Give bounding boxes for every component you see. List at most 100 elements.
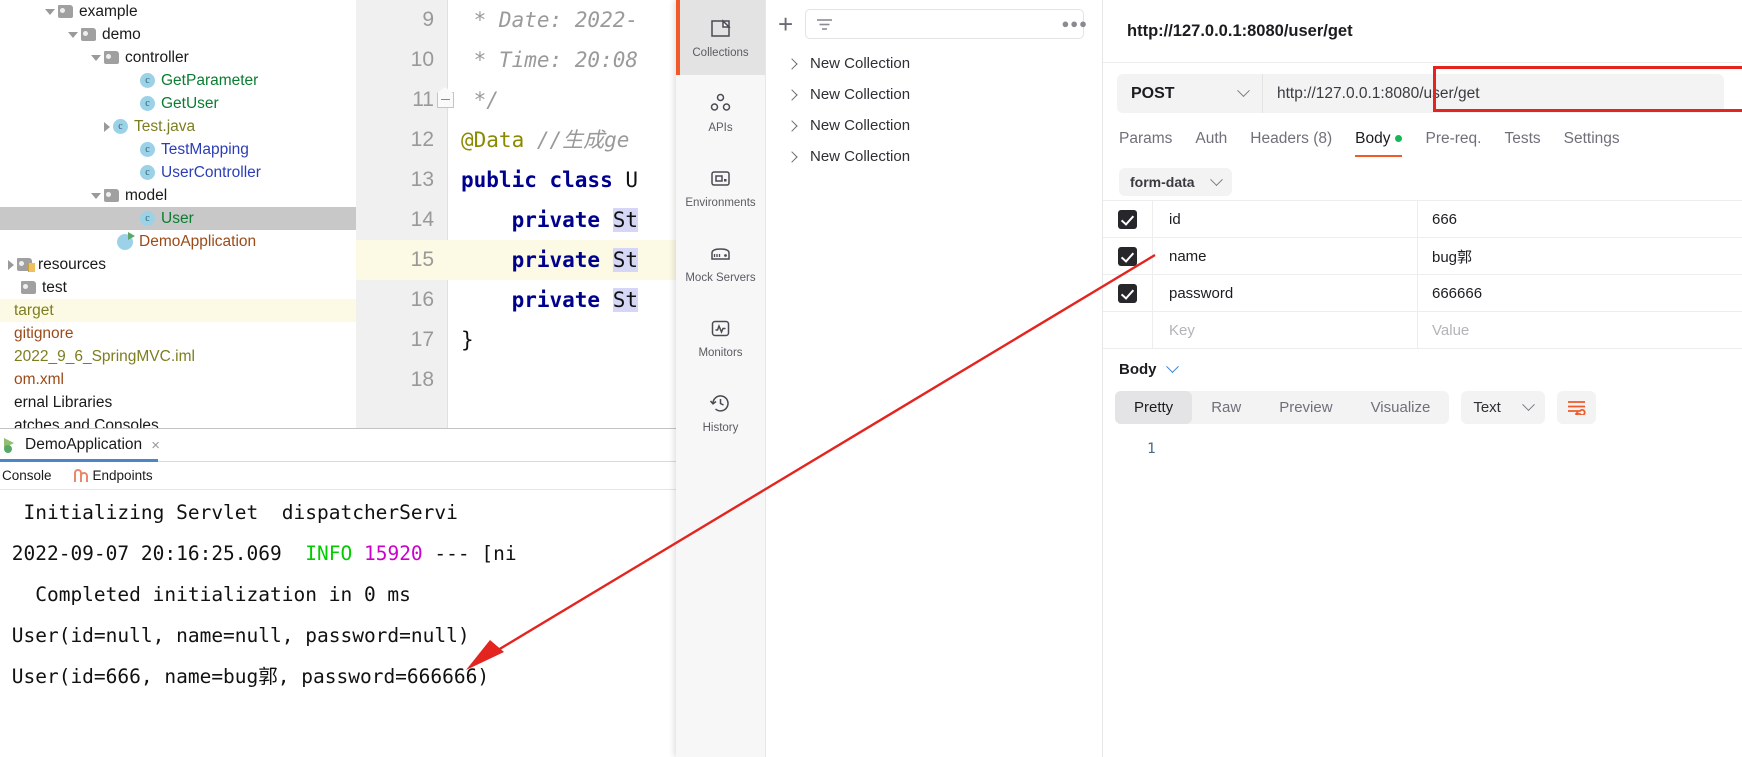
- form-data-value[interactable]: 666: [1418, 201, 1742, 237]
- sidebar-item-collections[interactable]: Collections: [676, 0, 765, 75]
- tree-item-model[interactable]: model: [0, 184, 356, 207]
- checkbox-checked-icon[interactable]: [1118, 283, 1137, 303]
- form-data-key[interactable]: Key: [1153, 312, 1418, 348]
- chevron-right-icon[interactable]: [786, 88, 798, 101]
- tree-item-resources[interactable]: resources: [0, 253, 356, 276]
- chevron-right-icon[interactable]: [786, 57, 798, 70]
- chevron-right-icon[interactable]: [8, 259, 14, 270]
- code-line[interactable]: 18: [356, 360, 676, 400]
- project-tree[interactable]: example demo controller c GetParameter c GetUs…: [0, 0, 356, 428]
- code-line[interactable]: 17}: [356, 320, 676, 360]
- code-line[interactable]: 13 public class U: [356, 160, 676, 200]
- tree-item-demo[interactable]: demo: [0, 23, 356, 46]
- response-view-tab-visualize[interactable]: Visualize: [1352, 391, 1450, 424]
- form-data-checkbox-cell[interactable]: [1103, 275, 1153, 311]
- tab-settings[interactable]: Settings: [1564, 130, 1620, 152]
- form-data-table[interactable]: id 666 name bug郭 password 666666 Key Value: [1103, 200, 1742, 349]
- tree-item-user[interactable]: c User: [0, 207, 356, 230]
- form-data-row[interactable]: name bug郭: [1103, 238, 1742, 275]
- tree-item-2022-9-6-springmvc-iml[interactable]: 2022_9_6_SpringMVC.iml: [0, 345, 356, 368]
- tree-item-testmapping[interactable]: c TestMapping: [0, 138, 356, 161]
- form-data-key[interactable]: id: [1153, 201, 1418, 237]
- collections-more-icon[interactable]: ●●●: [1061, 16, 1088, 31]
- editor-code-lines[interactable]: 9 * Date: 2022- 10 * Time: 20:08 11 */12 @D…: [356, 0, 676, 400]
- response-view-tab-pretty[interactable]: Pretty: [1115, 391, 1193, 424]
- chevron-down-icon[interactable]: [91, 54, 101, 61]
- response-view-tabs[interactable]: Pretty Raw Preview Visualize: [1115, 391, 1450, 424]
- collections-filter-input[interactable]: [805, 9, 1084, 39]
- code-fold-icon[interactable]: [437, 87, 454, 108]
- collections-list[interactable]: New Collection New Collection New Collecti…: [766, 48, 1102, 172]
- code-line[interactable]: 12 @Data //生成ge: [356, 120, 676, 160]
- checkbox-checked-icon[interactable]: [1118, 209, 1137, 229]
- run-tab[interactable]: DemoApplication ×: [0, 429, 676, 462]
- tree-item-example[interactable]: example: [0, 0, 356, 23]
- form-data-checkbox-cell[interactable]: [1103, 238, 1153, 274]
- form-data-value[interactable]: bug郭: [1418, 238, 1742, 274]
- request-tabs[interactable]: Params Auth Headers (8) Body Pre-req. Tests Se…: [1103, 124, 1742, 158]
- request-bar[interactable]: POST http://127.0.0.1:8080/user/get: [1103, 63, 1742, 124]
- sidebar-item-apis[interactable]: APIs: [676, 75, 765, 150]
- tab-pre-req[interactable]: Pre-req.: [1425, 130, 1481, 152]
- chevron-down-icon[interactable]: [1165, 360, 1179, 374]
- close-icon[interactable]: ×: [151, 438, 160, 453]
- sidebar-item-mock-servers[interactable]: Mock Servers: [676, 225, 765, 300]
- tab-body[interactable]: Body: [1355, 130, 1403, 157]
- response-viewer-toolbar[interactable]: Pretty Raw Preview Visualize Text: [1115, 391, 1742, 424]
- tree-item-controller[interactable]: controller: [0, 46, 356, 69]
- form-data-checkbox-cell[interactable]: [1103, 201, 1153, 237]
- sidebar-item-history[interactable]: History: [676, 375, 765, 450]
- code-line[interactable]: 11 */: [356, 80, 676, 120]
- collections-panel[interactable]: + ●●● New Collection New Collection New Co…: [766, 0, 1103, 757]
- code-line[interactable]: 16 private St: [356, 280, 676, 320]
- chevron-down-icon[interactable]: [68, 31, 78, 38]
- code-editor[interactable]: 9 * Date: 2022- 10 * Time: 20:08 11 */12 @D…: [356, 0, 676, 428]
- tree-item-atches-and-consoles[interactable]: atches and Consoles: [0, 414, 356, 428]
- tab-headers-8[interactable]: Headers (8): [1250, 130, 1332, 152]
- code-line[interactable]: 15 private St: [356, 240, 676, 280]
- run-subtab-console[interactable]: Console: [2, 468, 52, 483]
- code-line[interactable]: 9 * Date: 2022-: [356, 0, 676, 40]
- form-data-key[interactable]: password: [1153, 275, 1418, 311]
- form-data-value[interactable]: 666666: [1418, 275, 1742, 311]
- body-type-select[interactable]: form-data: [1119, 168, 1232, 196]
- tree-item-gitignore[interactable]: gitignore: [0, 322, 356, 345]
- http-method-select[interactable]: POST: [1117, 74, 1262, 113]
- tree-item-test-java[interactable]: c Test.java: [0, 115, 356, 138]
- form-data-row[interactable]: Key Value: [1103, 312, 1742, 349]
- response-view-tab-raw[interactable]: Raw: [1192, 391, 1260, 424]
- apifox-sidebar[interactable]: Collections APIs Environments Mock Servers M…: [676, 0, 766, 757]
- tree-item-demoapplication[interactable]: DemoApplication: [0, 230, 356, 253]
- chevron-down-icon[interactable]: [91, 192, 101, 199]
- form-data-row[interactable]: password 666666: [1103, 275, 1742, 312]
- form-data-checkbox-cell[interactable]: [1103, 312, 1153, 348]
- tab-auth[interactable]: Auth: [1195, 130, 1227, 152]
- tab-tests[interactable]: Tests: [1504, 130, 1540, 152]
- chevron-right-icon[interactable]: [786, 119, 798, 132]
- tree-item-getparameter[interactable]: c GetParameter: [0, 69, 356, 92]
- run-subtabs[interactable]: Console Endpoints: [0, 462, 676, 490]
- chevron-right-icon[interactable]: [786, 150, 798, 163]
- tree-item-usercontroller[interactable]: c UserController: [0, 161, 356, 184]
- response-view-tab-preview[interactable]: Preview: [1260, 391, 1351, 424]
- tree-item-om-xml[interactable]: om.xml: [0, 368, 356, 391]
- collection-item[interactable]: New Collection: [766, 79, 1102, 110]
- tab-params[interactable]: Params: [1119, 130, 1172, 152]
- code-line[interactable]: 10 * Time: 20:08: [356, 40, 676, 80]
- sidebar-item-monitors[interactable]: Monitors: [676, 300, 765, 375]
- tree-item-getuser[interactable]: c GetUser: [0, 92, 356, 115]
- tree-item-test[interactable]: test: [0, 276, 356, 299]
- collections-toolbar[interactable]: +: [766, 0, 1102, 48]
- console-output[interactable]: Initializing Servlet dispatcherServi 202…: [0, 490, 676, 757]
- code-line[interactable]: 14 private St: [356, 200, 676, 240]
- request-url-input[interactable]: http://127.0.0.1:8080/user/get: [1262, 74, 1724, 113]
- run-subtab-endpoints[interactable]: Endpoints: [73, 468, 153, 483]
- chevron-right-icon[interactable]: [104, 121, 110, 132]
- response-body-section[interactable]: Body: [1119, 360, 1742, 378]
- sidebar-item-environments[interactable]: Environments: [676, 150, 765, 225]
- tree-item-ernal-libraries[interactable]: ernal Libraries: [0, 391, 356, 414]
- checkbox-checked-icon[interactable]: [1118, 246, 1137, 266]
- form-data-row[interactable]: id 666: [1103, 201, 1742, 238]
- collection-item[interactable]: New Collection: [766, 48, 1102, 79]
- chevron-down-icon[interactable]: [45, 8, 55, 15]
